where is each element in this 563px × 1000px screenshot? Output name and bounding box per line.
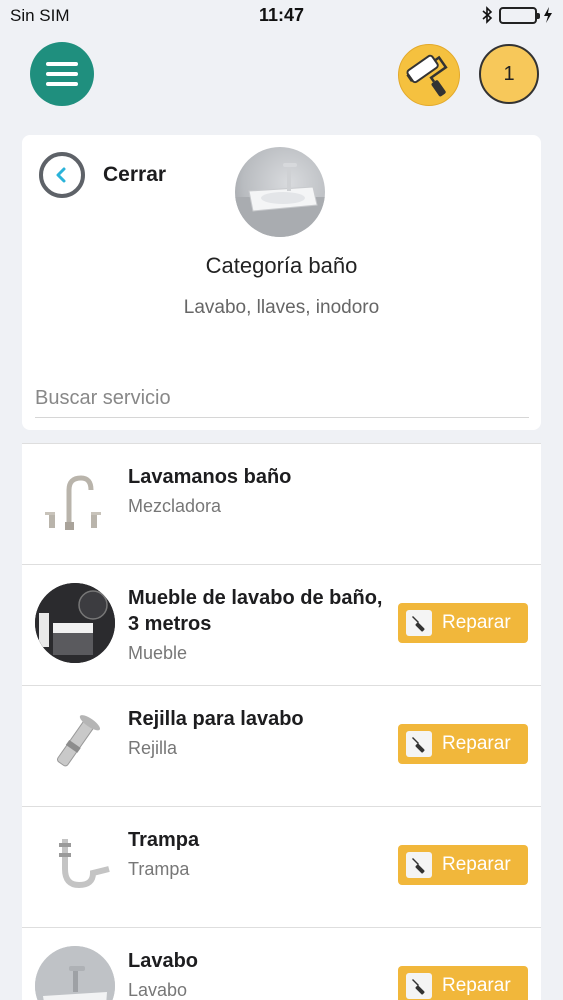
tool-button[interactable] (398, 44, 460, 106)
service-name: Lavamanos baño (128, 466, 292, 488)
repair-button[interactable]: Reparar (398, 603, 528, 643)
service-item-lavamanos[interactable]: Lavamanos baño Mezcladora (22, 443, 541, 564)
service-item-lavabo[interactable]: Lavabo Lavabo Reparar (22, 927, 541, 1000)
back-arrow-icon (39, 152, 85, 198)
faucet-image (35, 462, 115, 542)
repair-button[interactable]: Reparar (398, 966, 528, 1000)
repair-label: Reparar (442, 612, 511, 633)
category-card: Cerrar Categoría baño Lavabo, llaves, in… (22, 135, 541, 430)
service-name: Lavabo (128, 950, 199, 972)
service-list: Lavamanos baño Mezcladora Mueble de lava… (22, 443, 541, 1000)
service-item-trampa[interactable]: Trampa Trampa Reparar (22, 806, 541, 927)
wrench-icon (406, 973, 432, 999)
service-item-rejilla[interactable]: Rejilla para lavabo Rejilla Reparar (22, 685, 541, 806)
close-label: Cerrar (103, 163, 167, 186)
search-input[interactable] (35, 380, 529, 418)
menu-button[interactable] (30, 42, 94, 106)
sink-image (35, 946, 115, 1000)
charging-bolt-icon (544, 7, 552, 23)
drain-image (35, 704, 115, 784)
category-image (235, 147, 325, 237)
vanity-cabinet-image (35, 583, 115, 663)
cart-count-badge[interactable]: 1 (479, 44, 539, 104)
bluetooth-icon (482, 6, 493, 24)
repair-button[interactable]: Reparar (398, 845, 528, 885)
service-name: Rejilla para lavabo (128, 708, 304, 730)
wrench-icon (406, 852, 432, 878)
status-bar: Sin SIM 11:47 (0, 0, 563, 32)
service-subtitle: Mueble (128, 643, 188, 663)
repair-button[interactable]: Reparar (398, 724, 528, 764)
wrench-icon (406, 731, 432, 757)
clock: 11:47 (258, 5, 305, 25)
service-subtitle: Trampa (128, 859, 190, 879)
service-name: Mueble de lavabo de baño, 3 metros (128, 587, 383, 635)
service-subtitle: Rejilla (128, 738, 178, 758)
service-item-mueble[interactable]: Mueble de lavabo de baño, 3 metros Muebl… (22, 564, 541, 685)
repair-label: Reparar (442, 733, 511, 754)
battery-icon (499, 6, 540, 24)
wrench-icon (406, 610, 432, 636)
service-subtitle: Lavabo (128, 980, 188, 1000)
repair-label: Reparar (442, 975, 511, 996)
status-indicators (481, 6, 553, 24)
category-title: Categoría baño (205, 253, 358, 278)
service-name: Trampa (128, 829, 200, 851)
service-subtitle: Mezcladora (128, 496, 222, 516)
trap-pipe-image (35, 825, 115, 905)
paint-roller-icon (406, 54, 448, 97)
cart-count: 1 (503, 62, 515, 85)
repair-label: Reparar (442, 854, 511, 875)
category-subtitle: Lavabo, llaves, inodoro (183, 297, 380, 318)
close-button[interactable]: Cerrar (39, 151, 166, 199)
